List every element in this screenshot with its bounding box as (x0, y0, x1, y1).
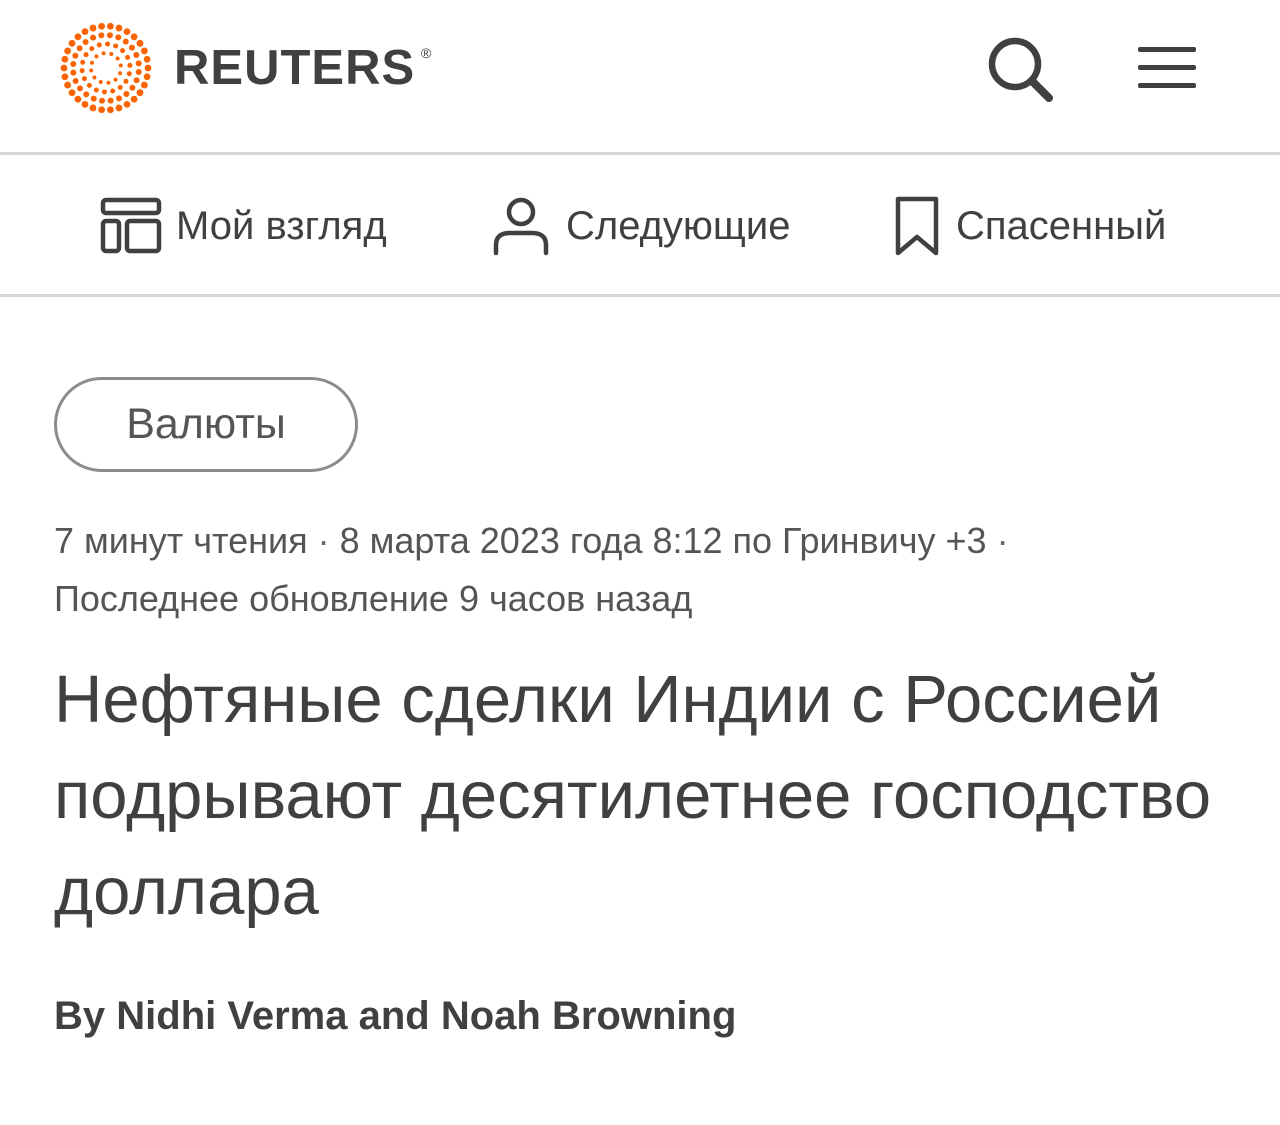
read-time: 7 минут чтения (54, 520, 308, 561)
byline-prefix: By (54, 994, 106, 1038)
site-header: REUTERS ® (0, 0, 1280, 155)
byline-conjunction: and (358, 994, 430, 1038)
meta-separator: · (317, 520, 330, 561)
nav-saved[interactable]: Спасенный (892, 195, 1166, 257)
reuters-logo[interactable]: REUTERS ® (56, 22, 431, 114)
topic-tag[interactable]: Валюты (54, 377, 358, 472)
byline: By Nidhi Verma and Noah Browning (54, 994, 736, 1039)
registered-mark: ® (420, 44, 433, 61)
layout-grid-icon (100, 197, 162, 254)
menu-button[interactable] (1134, 43, 1200, 93)
article-headline: Нефтяные сделки Индии с Россией подрываю… (54, 662, 1212, 929)
author-link[interactable]: Nidhi Verma (116, 994, 347, 1038)
nav-my-view-label: Мой взгляд (176, 203, 387, 248)
nav-following[interactable]: Следующие (490, 195, 790, 257)
search-button[interactable] (985, 34, 1057, 106)
reuters-dots-logo-icon (60, 22, 152, 114)
brand-wordmark: REUTERS ® (174, 40, 431, 95)
nav-my-view[interactable]: Мой взгляд (100, 195, 387, 257)
person-icon (493, 197, 549, 256)
secondary-nav: Мой взгляд Следующие Спасенный (0, 155, 1280, 297)
nav-following-label: Следующие (566, 203, 791, 248)
last-updated: Последнее обновление 9 часов назад (54, 578, 693, 619)
brand-name: REUTERS (174, 40, 416, 95)
article-meta: 7 минут чтения · 8 марта 2023 года 8:12 … (54, 512, 1234, 628)
bookmark-icon (895, 196, 939, 256)
meta-separator: · (996, 520, 1009, 561)
author-link[interactable]: Noah Browning (441, 994, 737, 1038)
search-icon (988, 37, 1053, 102)
nav-saved-label: Спасенный (956, 203, 1167, 248)
hamburger-menu-icon (1138, 47, 1196, 88)
publish-date: 8 марта 2023 года 8:12 по Гринвичу +3 (339, 520, 987, 561)
